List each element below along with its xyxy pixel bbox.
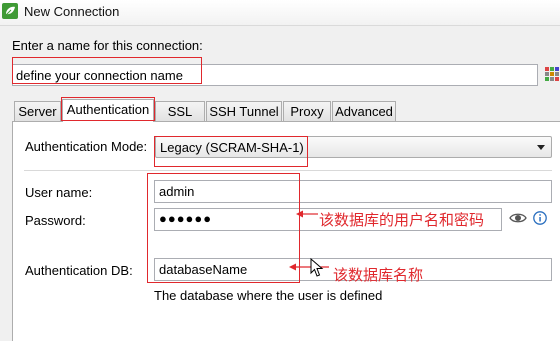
info-icon[interactable] (533, 211, 547, 225)
credentials-annotation: 该数据库的用户名和密码 (319, 212, 485, 229)
auth-db-hint: The database where the user is defined (154, 288, 383, 303)
username-input[interactable] (154, 180, 552, 203)
auth-mode-label: Authentication Mode: (25, 139, 148, 154)
auth-db-label: Authentication DB: (25, 263, 133, 278)
tab-ssl[interactable]: SSL (155, 101, 205, 121)
tab-server[interactable]: Server (14, 101, 61, 121)
tab-advanced[interactable]: Advanced (332, 101, 396, 121)
chevron-down-icon (537, 145, 545, 150)
annotation-arrow-icon (296, 210, 318, 218)
password-label: Password: (25, 213, 86, 228)
window-title: New Connection (24, 4, 120, 19)
database-annotation: 该数据库名称 (333, 267, 424, 284)
mouse-cursor-icon (310, 258, 324, 277)
tab-authentication[interactable]: Authentication (62, 99, 154, 122)
divider (24, 170, 552, 171)
password-mask: ●●●●●● (159, 211, 213, 226)
eye-icon[interactable] (509, 211, 527, 225)
title-bar: New Connection (0, 0, 560, 26)
connection-name-label: Enter a name for this connection: (12, 38, 203, 53)
grid-picker-icon[interactable] (545, 67, 559, 81)
auth-mode-value: Legacy (SCRAM-SHA-1) (160, 140, 304, 155)
username-label: User name: (25, 185, 93, 200)
connection-name-input[interactable] (12, 64, 538, 86)
leaf-app-icon (2, 3, 18, 19)
tab-proxy[interactable]: Proxy (283, 101, 331, 121)
tab-ssh-tunnel[interactable]: SSH Tunnel (206, 101, 282, 121)
auth-mode-select[interactable]: Legacy (SCRAM-SHA-1) (155, 136, 552, 158)
